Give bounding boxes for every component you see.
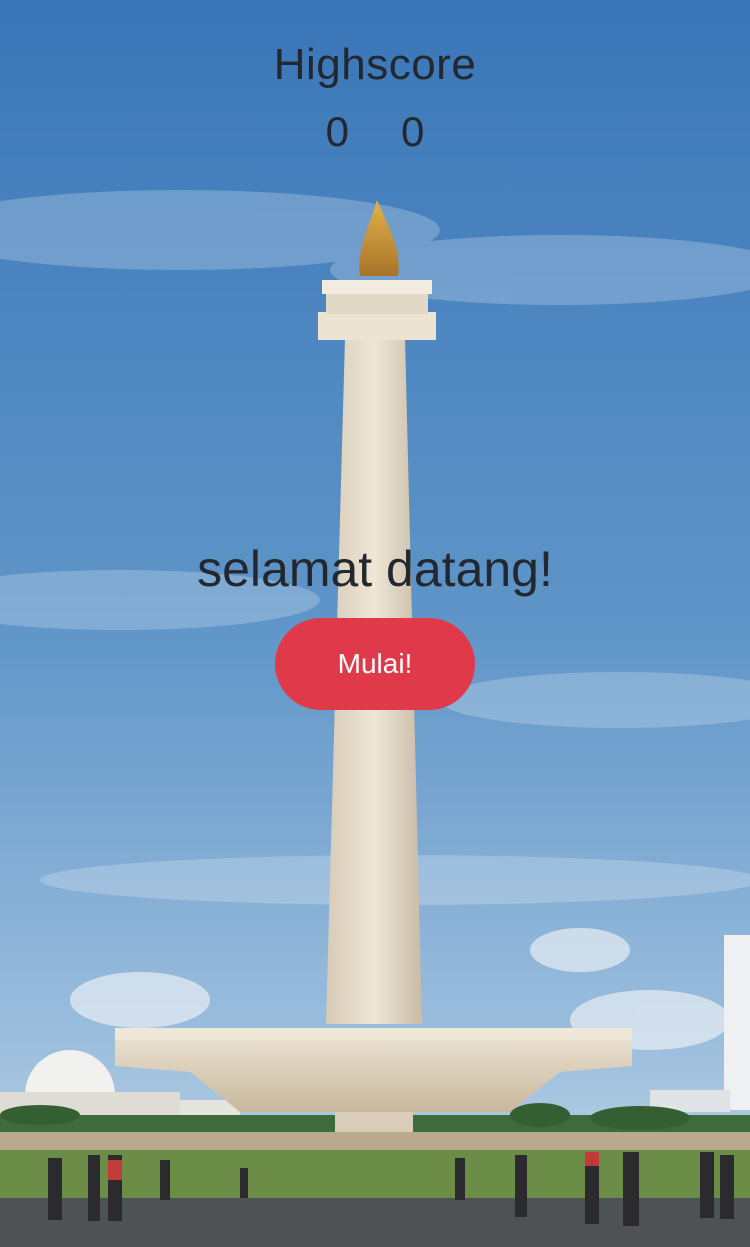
game-overlay: Highscore 0 0 selamat datang! Mulai!	[0, 0, 750, 1247]
highscore-value-2: 0	[401, 108, 425, 155]
highscore-value-1: 0	[325, 108, 349, 155]
highscore-title: Highscore	[273, 40, 477, 89]
welcome-message: selamat datang!	[197, 541, 553, 597]
highscore-values: 0 0	[0, 108, 750, 156]
start-button[interactable]: Mulai!	[275, 618, 475, 710]
